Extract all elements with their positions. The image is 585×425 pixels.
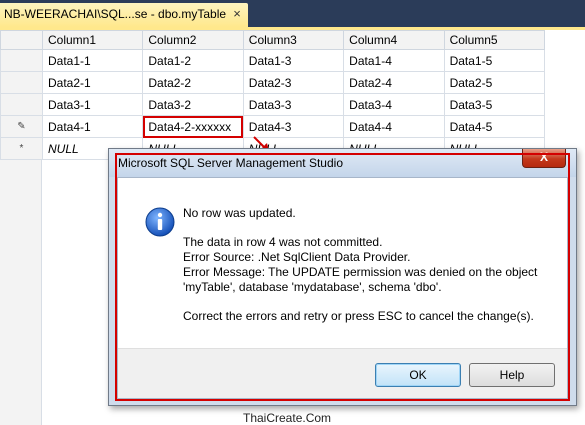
table-cell[interactable]: Data3-3 — [242, 93, 345, 116]
column-header[interactable]: Column2 — [142, 30, 244, 50]
table-cell[interactable]: Data4-5 — [443, 115, 546, 138]
dialog-button-bar: OK Help — [118, 348, 567, 398]
table-cell[interactable]: Data2-1 — [41, 71, 144, 94]
row-selector[interactable] — [0, 49, 43, 72]
table-cell[interactable]: Data1-5 — [443, 49, 546, 72]
column-header[interactable]: Column1 — [41, 30, 144, 50]
dialog-title: Microsoft SQL Server Management Studio — [118, 156, 343, 170]
close-icon[interactable]: X — [522, 149, 566, 168]
dialog-message: No row was updated. The data in row 4 wa… — [183, 206, 563, 324]
table-cell[interactable]: Data1-3 — [242, 49, 345, 72]
table-cell[interactable]: Data2-2 — [142, 71, 244, 94]
table-cell[interactable]: Data3-4 — [343, 93, 445, 116]
tab-title: NB-WEERACHAI\SQL...se - dbo.myTable — [4, 7, 227, 21]
edited-cell[interactable]: Data4-2-xxxxxx — [142, 115, 244, 138]
table-cell[interactable]: Data3-2 — [142, 93, 244, 116]
help-button[interactable]: Help — [469, 363, 555, 387]
close-tab-icon[interactable]: × — [230, 3, 244, 25]
tab-mytable[interactable]: NB-WEERACHAI\SQL...se - dbo.myTable × — [0, 3, 248, 27]
table-row: Data3-1 Data3-2 Data3-3 Data3-4 Data3-5 — [0, 93, 546, 116]
table-cell[interactable]: Data3-5 — [443, 93, 546, 116]
asterisk-icon[interactable]: * — [0, 137, 43, 160]
dialog-body: No row was updated. The data in row 4 wa… — [117, 177, 568, 399]
table-cell[interactable]: Data1-4 — [343, 49, 445, 72]
message-line: Correct the errors and retry or press ES… — [183, 309, 534, 323]
message-line: Error Source: .Net SqlClient Data Provid… — [183, 250, 411, 264]
table-cell[interactable]: Data3-1 — [41, 93, 144, 116]
pencil-icon[interactable]: ✎ — [0, 115, 43, 138]
table-cell[interactable]: Data2-3 — [242, 71, 345, 94]
table-cell[interactable]: Data4-4 — [343, 115, 445, 138]
table-cell[interactable]: Data4-3 — [242, 115, 345, 138]
message-line: Error Message: The UPDATE permission was… — [183, 265, 538, 279]
table-row: Data1-1 Data1-2 Data1-3 Data1-4 Data1-5 — [0, 49, 546, 72]
dialog-titlebar[interactable]: Microsoft SQL Server Management Studio X — [109, 149, 576, 177]
row-selector[interactable] — [0, 93, 43, 116]
table-grid: Column1 Column2 Column3 Column4 Column5 … — [0, 30, 546, 160]
watermark: ThaiCreate.Com — [243, 411, 332, 425]
row-selector-gutter — [0, 160, 42, 425]
table-cell[interactable]: Data2-5 — [443, 71, 546, 94]
table-cell[interactable]: Data4-1 — [41, 115, 144, 138]
column-header[interactable]: Column5 — [443, 30, 546, 50]
column-header[interactable]: Column3 — [242, 30, 345, 50]
info-icon — [145, 207, 175, 237]
table-cell[interactable]: Data2-4 — [343, 71, 445, 94]
message-line: 'myTable', database 'mydatabase', schema… — [183, 280, 442, 294]
document-tabstrip: NB-WEERACHAI\SQL...se - dbo.myTable × — [0, 0, 585, 27]
row-selector[interactable] — [0, 71, 43, 94]
table-row: Data2-1 Data2-2 Data2-3 Data2-4 Data2-5 — [0, 71, 546, 94]
ok-button[interactable]: OK — [375, 363, 461, 387]
column-header[interactable]: Column4 — [343, 30, 445, 50]
table-cell[interactable]: Data1-1 — [41, 49, 144, 72]
table-cell[interactable]: Data1-2 — [142, 49, 244, 72]
corner-header[interactable] — [0, 30, 43, 50]
message-line: The data in row 4 was not committed. — [183, 235, 383, 249]
table-row-editing: ✎ Data4-1 Data4-2-xxxxxx Data4-3 Data4-4… — [0, 115, 546, 138]
header-row: Column1 Column2 Column3 Column4 Column5 — [0, 30, 546, 50]
message-heading: No row was updated. — [183, 206, 296, 220]
error-dialog: Microsoft SQL Server Management Studio X… — [108, 148, 577, 406]
